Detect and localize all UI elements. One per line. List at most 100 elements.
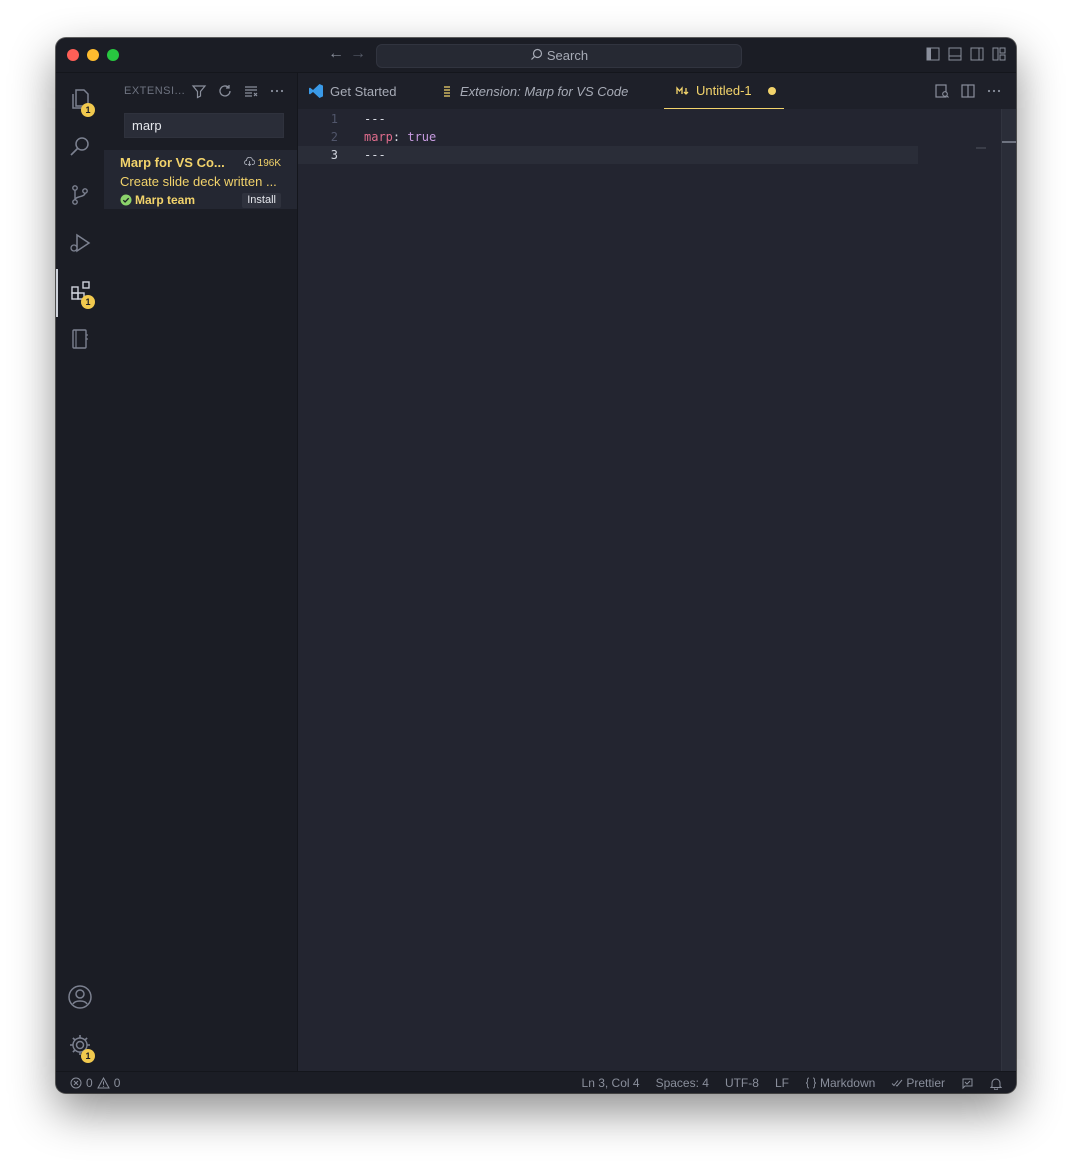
editor-scrollbar[interactable] bbox=[1001, 109, 1016, 1071]
encoding[interactable]: UTF-8 bbox=[725, 1072, 759, 1093]
extensions-sidebar: EXTENSI... marp Marp for VS Co... 196K C… bbox=[104, 73, 298, 1071]
run-debug-icon bbox=[68, 231, 92, 260]
sidebar-actions bbox=[191, 83, 285, 99]
extension-downloads: 196K bbox=[243, 156, 281, 169]
notebook-icon bbox=[68, 327, 92, 356]
search-icon bbox=[530, 46, 543, 68]
toggle-panel-icon[interactable] bbox=[948, 47, 962, 61]
markdown-icon bbox=[676, 85, 689, 95]
clear-results-icon[interactable] bbox=[243, 83, 259, 99]
publisher-name: Marp team bbox=[135, 193, 196, 207]
back-arrow-icon[interactable]: ← bbox=[328, 45, 344, 63]
extension-publisher: Marp team bbox=[120, 193, 195, 207]
open-preview-icon[interactable] bbox=[934, 83, 950, 99]
code-line[interactable]: 2 marp: true bbox=[298, 128, 918, 146]
error-count: 0 bbox=[86, 1076, 93, 1090]
editor-actions bbox=[934, 83, 1002, 99]
document-lines-icon bbox=[444, 86, 450, 97]
activity-bar: 1 1 1 bbox=[56, 73, 104, 1071]
tab-get-started[interactable]: Get Started bbox=[308, 73, 396, 109]
line-number: 3 bbox=[330, 148, 338, 162]
toggle-secondary-sidebar-icon[interactable] bbox=[970, 47, 984, 61]
line-number: 2 bbox=[330, 130, 338, 144]
filter-icon[interactable] bbox=[191, 83, 207, 99]
line-text: marp: true bbox=[364, 128, 436, 146]
run-debug-button[interactable] bbox=[56, 221, 104, 269]
more-actions-icon[interactable] bbox=[986, 83, 1002, 99]
formatter-label: Prettier bbox=[906, 1076, 945, 1090]
tab-label: Get Started bbox=[330, 83, 397, 99]
tab-label: Extension: Marp for VS Code bbox=[460, 83, 629, 99]
error-icon bbox=[70, 1077, 82, 1089]
editor-area[interactable]: 1 --- 2 marp: true 3 --- bbox=[298, 109, 1016, 1071]
accounts-button[interactable] bbox=[56, 975, 104, 1023]
command-center-search[interactable]: Search bbox=[376, 44, 742, 68]
title-bar: ← → Search bbox=[56, 38, 1016, 73]
cursor-position[interactable]: Ln 3, Col 4 bbox=[582, 1072, 640, 1093]
zoom-window-button[interactable] bbox=[107, 49, 119, 61]
close-window-button[interactable] bbox=[67, 49, 79, 61]
problems-indicator[interactable]: 0 0 bbox=[70, 1072, 120, 1093]
extension-name: Marp for VS Co... bbox=[120, 155, 225, 170]
feedback-icon[interactable] bbox=[961, 1077, 974, 1090]
extension-search-input[interactable]: marp bbox=[124, 113, 284, 138]
sidebar-title: EXTENSI... bbox=[124, 85, 186, 97]
code-line[interactable]: 1 --- bbox=[298, 110, 918, 128]
settings-badge: 1 bbox=[81, 1049, 95, 1063]
minimize-window-button[interactable] bbox=[87, 49, 99, 61]
extension-description: Create slide deck written ... bbox=[120, 174, 277, 189]
customize-layout-icon[interactable] bbox=[992, 47, 1006, 61]
refresh-icon[interactable] bbox=[217, 83, 233, 99]
source-control-icon bbox=[68, 183, 92, 212]
command-center-label: Search bbox=[546, 48, 589, 63]
toggle-primary-sidebar-icon[interactable] bbox=[926, 47, 940, 61]
account-icon bbox=[67, 984, 93, 1015]
language-label: Markdown bbox=[819, 1076, 876, 1090]
code-line-current[interactable]: 3 --- bbox=[298, 146, 918, 164]
cloud-download-icon bbox=[243, 156, 256, 167]
tab-label: Untitled-1 bbox=[696, 83, 752, 98]
unsaved-dot-icon[interactable] bbox=[767, 86, 776, 95]
explorer-button[interactable]: 1 bbox=[56, 77, 104, 125]
notifications-bell-icon[interactable] bbox=[990, 1077, 1002, 1090]
source-control-button[interactable] bbox=[56, 173, 104, 221]
search-view-button[interactable] bbox=[56, 125, 104, 173]
line-text: --- bbox=[364, 112, 386, 126]
double-check-icon bbox=[891, 1079, 903, 1087]
braces-icon bbox=[805, 1077, 817, 1089]
download-count: 196K bbox=[257, 158, 281, 169]
forward-arrow-icon[interactable]: → bbox=[350, 45, 366, 63]
extensions-badge: 1 bbox=[81, 295, 95, 309]
warning-icon bbox=[96, 1077, 110, 1089]
indentation[interactable]: Spaces: 4 bbox=[656, 1072, 709, 1093]
yaml-key: marp bbox=[364, 130, 393, 144]
yaml-separator: : bbox=[392, 130, 408, 144]
language-mode[interactable]: Markdown bbox=[805, 1072, 875, 1093]
search-icon bbox=[68, 135, 92, 164]
more-actions-icon[interactable] bbox=[269, 83, 285, 99]
yaml-value: true bbox=[407, 130, 437, 144]
vscode-window: ← → Search 1 1 1 EXTENSI... marp Marp fo… bbox=[56, 38, 1016, 1093]
tab-untitled-1[interactable]: Untitled-1 bbox=[664, 73, 784, 109]
notebook-button[interactable] bbox=[56, 317, 104, 365]
line-text: --- bbox=[364, 148, 386, 162]
extension-list-item[interactable]: Marp for VS Co... 196K Create slide deck… bbox=[104, 150, 297, 209]
split-editor-icon[interactable] bbox=[960, 83, 976, 99]
scrollbar-cursor-marker bbox=[1002, 141, 1016, 143]
end-of-line[interactable]: LF bbox=[775, 1072, 789, 1093]
verified-publisher-icon bbox=[120, 194, 132, 206]
vscode-icon bbox=[309, 84, 323, 98]
status-bar: 0 0 Ln 3, Col 4 Spaces: 4 UTF-8 LF Markd… bbox=[56, 1071, 1016, 1093]
status-right: Ln 3, Col 4 Spaces: 4 UTF-8 LF Markdown … bbox=[582, 1072, 1002, 1093]
explorer-badge: 1 bbox=[81, 103, 95, 117]
minimap[interactable] bbox=[976, 147, 986, 149]
editor-tab-bar: Get Started Extension: Marp for VS Code … bbox=[298, 73, 1016, 109]
layout-controls bbox=[926, 47, 1006, 61]
install-button[interactable]: Install bbox=[242, 193, 281, 208]
formatter-status[interactable]: Prettier bbox=[891, 1072, 945, 1093]
tab-extension-marp[interactable]: Extension: Marp for VS Code bbox=[442, 73, 628, 109]
line-number: 1 bbox=[330, 112, 338, 126]
warning-count: 0 bbox=[113, 1076, 121, 1090]
manage-button[interactable]: 1 bbox=[56, 1023, 104, 1071]
extensions-button[interactable]: 1 bbox=[56, 269, 104, 317]
